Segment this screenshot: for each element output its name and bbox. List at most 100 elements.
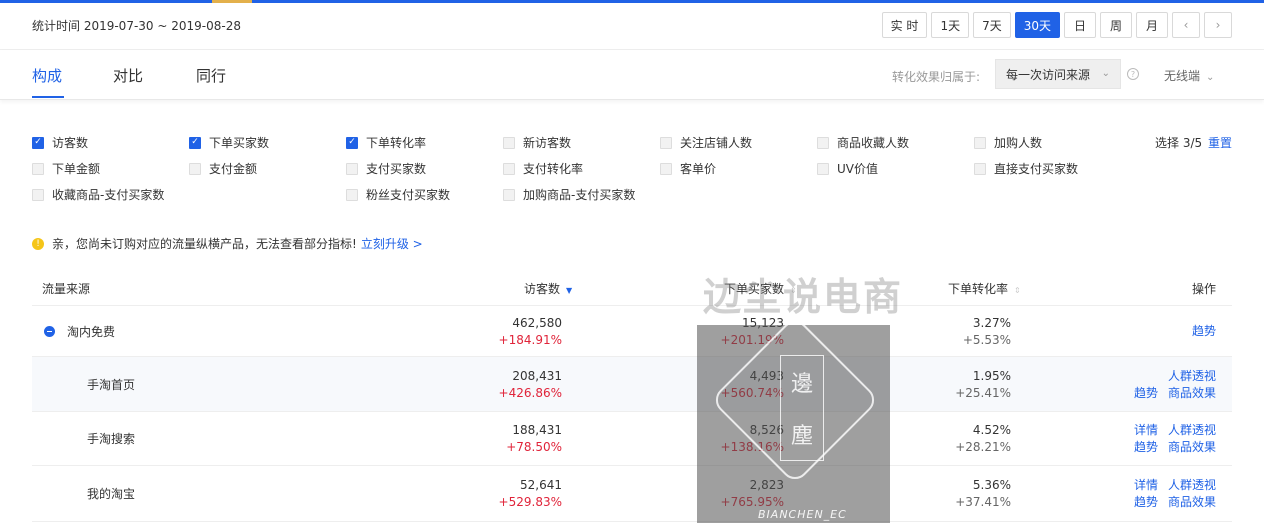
checkbox-icon[interactable]	[346, 188, 358, 201]
date-range-header: 统计时间 2019-07-30 ~ 2019-08-28 实 时 1天 7天 3…	[0, 3, 1264, 50]
header-actions: 操作	[1192, 282, 1217, 296]
range-7day-button[interactable]: 7天	[973, 12, 1011, 38]
metric-option[interactable]: 支付买家数	[346, 160, 426, 177]
metric-option[interactable]: 支付金额	[189, 160, 257, 177]
range-month-button[interactable]: 月	[1136, 12, 1168, 38]
metric-label: 加购人数	[994, 136, 1043, 150]
visitors-delta: +426.86%	[498, 386, 562, 400]
checkbox-icon[interactable]	[660, 162, 672, 175]
checkbox-icon[interactable]	[189, 162, 201, 175]
metric-option[interactable]: ✓ 访客数	[32, 134, 88, 151]
attribution-select-value: 每一次访问来源	[1006, 67, 1091, 82]
action-link[interactable]: 商品效果	[1168, 495, 1216, 509]
metric-option[interactable]: 加购商品-支付买家数	[503, 186, 635, 203]
metric-label: UV价值	[837, 162, 878, 176]
checkbox-checked-icon[interactable]: ✓	[189, 136, 201, 149]
source-name: 手淘搜索	[87, 432, 136, 446]
metric-option[interactable]: 下单金额	[32, 160, 100, 177]
conversion-delta: +5.53%	[962, 333, 1011, 347]
header-conversion[interactable]: 下单转化率 ⇕	[948, 280, 1021, 297]
checkbox-icon[interactable]	[974, 162, 986, 175]
checkbox-icon[interactable]	[346, 162, 358, 175]
collapse-icon[interactable]	[44, 325, 55, 337]
range-week-button[interactable]: 周	[1100, 12, 1132, 38]
checkbox-icon[interactable]	[974, 136, 986, 149]
range-1day-button[interactable]: 1天	[931, 12, 970, 38]
metric-option[interactable]: 收藏商品-支付买家数	[32, 186, 164, 203]
chevron-down-icon: ⌄	[1206, 72, 1215, 83]
action-link[interactable]: 人群透视	[1168, 369, 1216, 383]
attribution-select[interactable]: 每一次访问来源 ⌄	[995, 59, 1121, 89]
select-count: 选择 3/5	[1155, 136, 1203, 150]
upgrade-link[interactable]: 立刻升级 >	[361, 235, 423, 252]
active-tab-indicator	[32, 96, 64, 98]
source-name: 我的淘宝	[87, 487, 136, 501]
visitors-delta: +529.83%	[498, 495, 562, 509]
metric-option[interactable]: 关注店铺人数	[660, 134, 752, 151]
checkbox-icon[interactable]	[660, 136, 672, 149]
device-select-value: 无线端	[1164, 69, 1201, 83]
action-link[interactable]: 趋势	[1134, 440, 1158, 454]
chevron-down-icon: ⌄	[1101, 68, 1110, 79]
action-link[interactable]: 人群透视	[1168, 478, 1216, 492]
metric-label: 新访客数	[523, 136, 572, 150]
tab-compare[interactable]: 对比	[113, 65, 143, 86]
range-30day-button[interactable]: 30天	[1014, 12, 1060, 38]
action-link[interactable]: 详情	[1134, 478, 1158, 492]
source-name: 手淘首页	[87, 377, 136, 392]
metric-option[interactable]: UV价值	[817, 160, 878, 177]
metric-label: 收藏商品-支付买家数	[52, 188, 165, 202]
action-link[interactable]: 详情	[1134, 423, 1158, 437]
metric-option[interactable]: 新访客数	[503, 134, 571, 151]
conversion-value: 4.52%	[972, 423, 1011, 437]
metric-option[interactable]: 粉丝支付买家数	[346, 186, 450, 203]
action-link[interactable]: 趋势	[1134, 386, 1158, 400]
tab-composition[interactable]: 构成	[32, 65, 62, 86]
header-visitors[interactable]: 访客数 ▼	[524, 280, 572, 297]
checkbox-icon[interactable]	[503, 162, 515, 175]
watermark-title: 边尘说电商	[703, 275, 904, 319]
conversion-delta: +28.21%	[955, 440, 1011, 454]
header-visitors-label: 访客数	[524, 282, 561, 296]
metric-label: 加购商品-支付买家数	[523, 188, 636, 202]
chevron-right-icon[interactable]: ›	[1204, 12, 1232, 38]
tab-peers[interactable]: 同行	[196, 65, 226, 86]
metric-option[interactable]: 直接支付买家数	[974, 160, 1078, 177]
checkbox-checked-icon[interactable]: ✓	[346, 136, 358, 149]
conversion-value: 1.95%	[972, 369, 1011, 383]
help-icon[interactable]: ?	[1127, 68, 1139, 80]
action-link[interactable]: 商品效果	[1168, 440, 1216, 454]
metric-option[interactable]: 加购人数	[974, 134, 1042, 151]
notice-text: 亲，您尚未订购对应的流量纵横产品，无法查看部分指标!	[52, 237, 357, 251]
checkbox-icon[interactable]	[32, 162, 44, 175]
metric-option[interactable]: 支付转化率	[503, 160, 583, 177]
row-actions: 趋势	[1182, 323, 1216, 340]
metric-option[interactable]: 商品收藏人数	[817, 134, 909, 151]
reset-link[interactable]: 重置	[1208, 134, 1232, 151]
device-select[interactable]: 无线端 ⌄	[1164, 67, 1214, 84]
action-link[interactable]: 人群透视	[1168, 423, 1216, 437]
watermark-seal: 邊塵	[780, 355, 824, 461]
checkbox-icon[interactable]	[503, 188, 515, 201]
checkbox-icon[interactable]	[817, 162, 829, 175]
action-link[interactable]: 商品效果	[1168, 386, 1216, 400]
checkbox-icon[interactable]	[817, 136, 829, 149]
metric-option[interactable]: 客单价	[660, 160, 716, 177]
conversion-value: 5.36%	[972, 478, 1011, 492]
metric-option[interactable]: ✓ 下单转化率	[346, 134, 426, 151]
table-row: 手淘首页208,431+426.86%4,493+560.74%1.95%+25…	[32, 357, 1232, 412]
conversion-delta: +25.41%	[955, 386, 1011, 400]
metric-label: 商品收藏人数	[837, 136, 910, 150]
range-realtime-button[interactable]: 实 时	[881, 12, 928, 38]
metric-option[interactable]: ✓ 下单买家数	[189, 134, 269, 151]
action-link[interactable]: 趋势	[1134, 495, 1158, 509]
header-source: 流量来源	[42, 282, 91, 296]
checkbox-icon[interactable]	[503, 136, 515, 149]
sort-icon: ⇕	[1014, 286, 1021, 295]
action-link[interactable]: 趋势	[1192, 324, 1216, 338]
range-day-button[interactable]: 日	[1064, 12, 1096, 38]
checkbox-icon[interactable]	[32, 188, 44, 201]
chevron-left-icon[interactable]: ‹	[1172, 12, 1200, 38]
range-selector: 实 时 1天 7天 30天 日 周 月 ‹ ›	[881, 12, 1232, 38]
checkbox-checked-icon[interactable]: ✓	[32, 136, 44, 149]
